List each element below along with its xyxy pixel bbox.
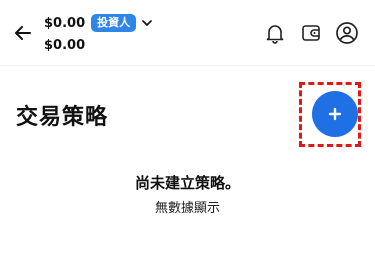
wallet-icon: [302, 25, 320, 41]
user-circle-icon: [336, 22, 358, 44]
profile-button[interactable]: [334, 20, 360, 46]
role-badge: 投資人: [91, 14, 137, 32]
account-switch-button[interactable]: [142, 17, 154, 29]
chevron-down-icon: [142, 20, 152, 26]
bell-icon: [266, 25, 284, 44]
plus-icon: [328, 107, 342, 121]
account-balance[interactable]: $0.00 投資人 $0.00: [44, 12, 154, 56]
top-bar: $0.00 投資人 $0.00: [0, 0, 375, 66]
page-title: 交易策略: [16, 105, 109, 130]
empty-state-title: 尚未建立策略。: [134, 174, 240, 192]
balance-secondary: $0.00: [44, 37, 86, 53]
wallet-button[interactable]: [298, 20, 324, 46]
back-button[interactable]: [10, 20, 36, 46]
add-strategy-button[interactable]: [312, 91, 358, 137]
notifications-button[interactable]: [262, 20, 288, 46]
empty-state-subtitle: 無數據顯示: [154, 201, 220, 216]
balance-primary: $0.00: [44, 15, 86, 31]
arrow-left-icon: [15, 26, 31, 40]
trading-strategies-page: $0.00 投資人 $0.00 交易策略 尚未建立策略。 無數據顯示: [0, 0, 375, 270]
